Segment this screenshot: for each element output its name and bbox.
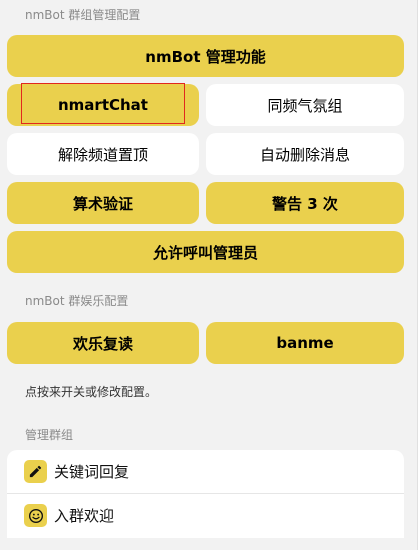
bot-settings-panel: nmBot 群组管理配置 nmBot 管理功能 nmartChat 同频气氛组 … bbox=[0, 0, 418, 550]
same-frequency-group-toggle[interactable]: 同频气氛组 bbox=[206, 84, 404, 126]
list-item-label: 入群欢迎 bbox=[54, 507, 115, 525]
unpin-channel-toggle[interactable]: 解除频道置顶 bbox=[7, 133, 199, 175]
auto-delete-messages-toggle[interactable]: 自动删除消息 bbox=[206, 133, 404, 175]
math-verification-toggle[interactable]: 算术验证 bbox=[7, 182, 199, 224]
manage-section-label: nmBot 群组管理配置 bbox=[25, 8, 141, 22]
list-item-join-welcome[interactable]: 入群欢迎 bbox=[7, 494, 404, 538]
smiley-icon bbox=[24, 504, 47, 527]
list-item-keyword-reply[interactable]: 关键词回复 bbox=[7, 450, 404, 494]
fun-section-label: nmBot 群娱乐配置 bbox=[25, 294, 129, 308]
group-management-list: 关键词回复 入群欢迎 bbox=[7, 450, 404, 538]
usage-hint: 点按来开关或修改配置。 bbox=[25, 385, 158, 399]
banme-toggle[interactable]: banme bbox=[206, 322, 404, 364]
group-section-label: 管理群组 bbox=[25, 428, 74, 442]
nmartchat-toggle[interactable]: nmartChat bbox=[7, 84, 199, 126]
list-item-label: 关键词回复 bbox=[54, 463, 130, 481]
allow-call-admin-toggle[interactable]: 允许呼叫管理员 bbox=[7, 231, 404, 273]
pencil-icon bbox=[24, 460, 47, 483]
warn-three-times-toggle[interactable]: 警告 3 次 bbox=[206, 182, 404, 224]
manage-function-toggle[interactable]: nmBot 管理功能 bbox=[7, 35, 404, 77]
happy-repeat-toggle[interactable]: 欢乐复读 bbox=[7, 322, 199, 364]
